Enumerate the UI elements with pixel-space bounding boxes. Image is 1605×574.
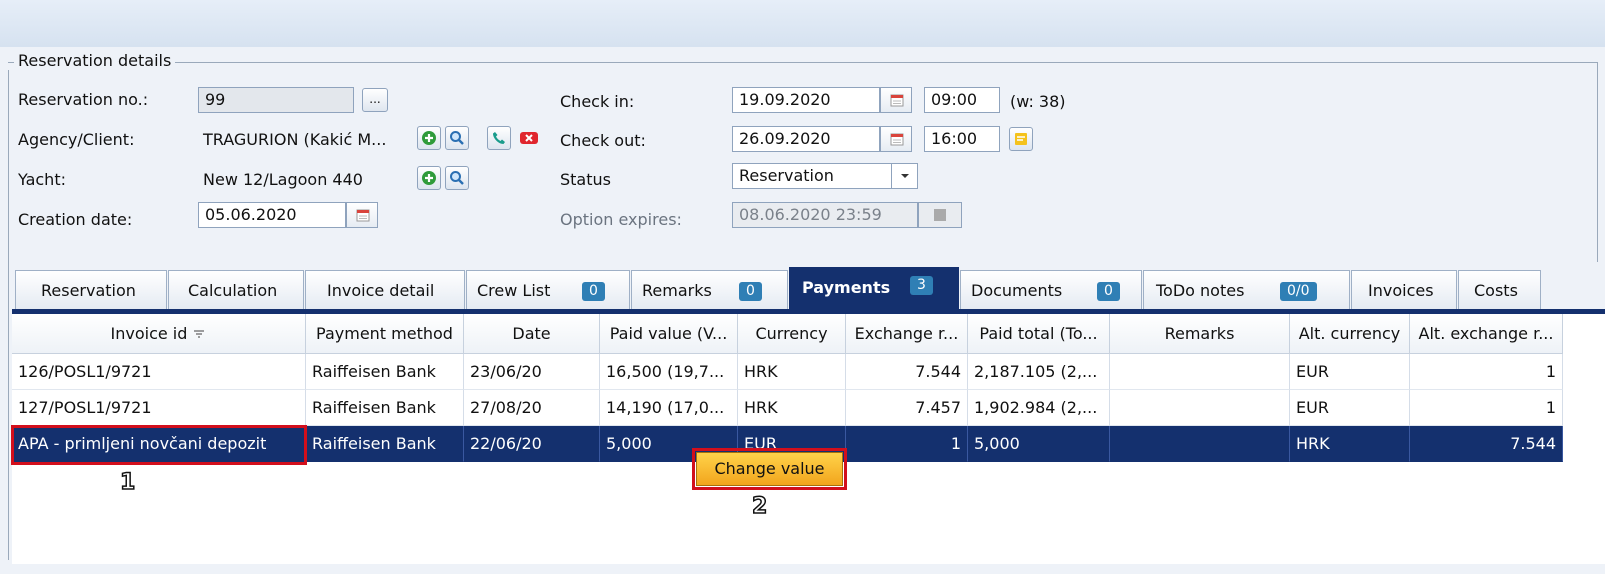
sort-desc-icon [192, 315, 206, 354]
callout-number-1: 1 [119, 469, 136, 496]
option-expires-label: Option expires: [560, 210, 682, 229]
cell-date: 27/08/20 [464, 390, 600, 426]
cell-paid-value: 16,500 (19,7... [600, 354, 738, 390]
cell-date: 22/06/20 [464, 426, 600, 462]
cell-alt-currency: EUR [1290, 390, 1410, 426]
cell-exchange-rate: 7.457 [846, 390, 968, 426]
creation-date-field[interactable]: 05.06.2020 [198, 202, 346, 228]
tab-invoices[interactable]: Invoices [1351, 270, 1457, 310]
tab-costs[interactable]: Costs [1458, 270, 1541, 310]
status-select[interactable]: Reservation [732, 163, 918, 189]
cell-alt-currency: HRK [1290, 426, 1410, 462]
checkout-label: Check out: [560, 131, 646, 150]
option-calendar-icon [918, 202, 962, 228]
cell-payment-method: Raiffeisen Bank [306, 426, 464, 462]
cell-paid-value: 14,190 (17,0... [600, 390, 738, 426]
fieldset-border-right [1597, 62, 1598, 262]
cell-invoice-id: 127/POSL1/9721 [12, 390, 306, 426]
checkout-calendar-icon[interactable] [880, 126, 912, 152]
top-toolbar-area [0, 0, 1605, 47]
cell-paid-total: 5,000 [968, 426, 1110, 462]
tab-documents[interactable]: Documents 0 [960, 270, 1142, 310]
cell-alt-exchange-rate: 1 [1410, 354, 1563, 390]
fieldset-border-left [8, 70, 9, 560]
remarks-count-badge: 0 [739, 282, 762, 301]
col-header-exchange-rate[interactable]: Exchange r... [846, 314, 968, 354]
search-client-icon[interactable] [445, 126, 469, 150]
checkin-time-field[interactable]: 09:00 [924, 87, 1000, 113]
tab-invoice-detail[interactable]: Invoice detail [305, 270, 465, 310]
callout-number-2: 2 [751, 493, 768, 520]
agency-client-value: TRAGURION (Kakić M... [203, 130, 387, 149]
cell-alt-exchange-rate: 1 [1410, 390, 1563, 426]
note-icon[interactable] [1009, 127, 1033, 151]
cell-alt-currency: EUR [1290, 354, 1410, 390]
add-client-icon[interactable] [417, 126, 441, 150]
payments-count-badge: 3 [910, 276, 933, 295]
cell-currency: HRK [738, 354, 846, 390]
col-header-date[interactable]: Date [464, 314, 600, 354]
crew-list-count-badge: 0 [582, 282, 605, 301]
tab-payments[interactable]: Payments 3 [789, 267, 959, 310]
checkin-label: Check in: [560, 92, 635, 111]
tab-reservation[interactable]: Reservation [15, 270, 167, 310]
phone-icon[interactable] [487, 126, 511, 150]
remove-client-icon[interactable] [516, 128, 542, 148]
calendar-icon[interactable] [346, 202, 378, 228]
chevron-down-icon[interactable] [891, 164, 917, 188]
cell-payment-method: Raiffeisen Bank [306, 354, 464, 390]
cell-remarks [1110, 426, 1290, 462]
cell-paid-total: 2,187.105 (2,... [968, 354, 1110, 390]
checkout-date-field[interactable]: 26.09.2020 [732, 126, 880, 152]
change-value-button[interactable]: Change value [696, 452, 843, 486]
cell-remarks [1110, 354, 1290, 390]
cell-paid-total: 1,902.984 (2,... [968, 390, 1110, 426]
col-header-invoice-id[interactable]: Invoice id [12, 314, 306, 354]
cell-payment-method: Raiffeisen Bank [306, 390, 464, 426]
fieldset-border-top [8, 62, 1598, 63]
checkin-date-field[interactable]: 19.09.2020 [732, 87, 880, 113]
fieldset-legend: Reservation details [14, 51, 176, 70]
cell-currency: HRK [738, 390, 846, 426]
option-expires-field: 08.06.2020 23:59 [732, 202, 918, 228]
add-yacht-icon[interactable] [417, 166, 441, 190]
todo-count-badge: 0/0 [1280, 282, 1317, 301]
status-select-value: Reservation [739, 166, 834, 185]
col-header-paid-total[interactable]: Paid total (To... [968, 314, 1110, 354]
yacht-value: New 12/Lagoon 440 [203, 170, 363, 189]
reservation-no-label: Reservation no.: [18, 90, 149, 109]
tab-remarks[interactable]: Remarks 0 [631, 270, 788, 310]
col-header-payment-method[interactable]: Payment method [306, 314, 464, 354]
col-header-paid-value[interactable]: Paid value (V... [600, 314, 738, 354]
reservation-lookup-button[interactable]: ... [362, 88, 388, 112]
reservation-no-field[interactable]: 99 [198, 87, 354, 113]
col-header-currency[interactable]: Currency [738, 314, 846, 354]
checkin-calendar-icon[interactable] [880, 87, 912, 113]
cell-invoice-id: 126/POSL1/9721 [12, 354, 306, 390]
yacht-label: Yacht: [18, 170, 66, 189]
cell-date: 23/06/20 [464, 354, 600, 390]
cell-remarks [1110, 390, 1290, 426]
cell-exchange-rate: 1 [846, 426, 968, 462]
status-label: Status [560, 170, 611, 189]
callout-highlight-1 [11, 425, 307, 465]
documents-count-badge: 0 [1097, 282, 1120, 301]
col-header-alt-currency[interactable]: Alt. currency [1290, 314, 1410, 354]
tab-calculation[interactable]: Calculation [168, 270, 304, 310]
col-header-alt-exchange-rate[interactable]: Alt. exchange r... [1410, 314, 1563, 354]
cell-alt-exchange-rate: 7.544 [1410, 426, 1563, 462]
agency-client-label: Agency/Client: [18, 130, 135, 149]
tab-crew-list[interactable]: Crew List 0 [466, 270, 630, 310]
col-header-remarks[interactable]: Remarks [1110, 314, 1290, 354]
week-label: (w: 38) [1010, 92, 1066, 111]
search-yacht-icon[interactable] [445, 166, 469, 190]
checkout-time-field[interactable]: 16:00 [924, 126, 1000, 152]
tab-todo-notes[interactable]: ToDo notes 0/0 [1143, 270, 1350, 310]
cell-exchange-rate: 7.544 [846, 354, 968, 390]
creation-date-label: Creation date: [18, 210, 133, 229]
